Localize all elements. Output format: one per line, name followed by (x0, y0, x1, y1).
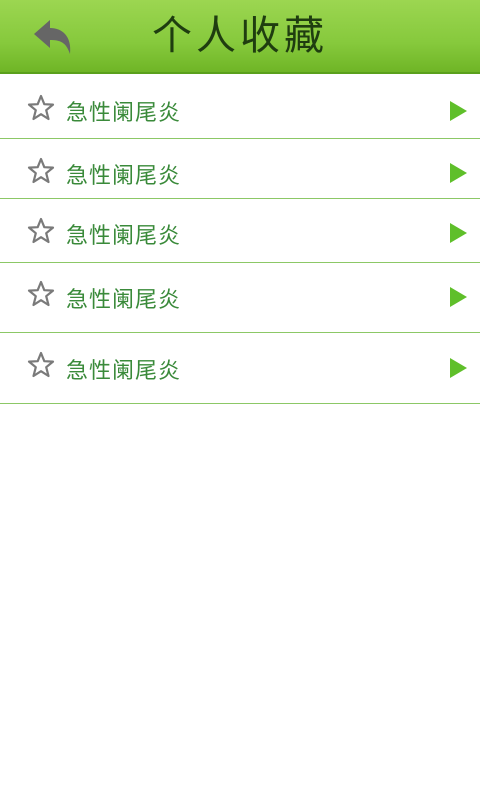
list-item-label: 急性阑尾炎 (66, 164, 182, 189)
star-outline-icon (27, 217, 55, 244)
play-arrow-icon (450, 358, 467, 378)
play-arrow-icon (450, 287, 467, 307)
list-item-label: 急性阑尾炎 (66, 359, 182, 384)
play-arrow-icon (450, 101, 467, 121)
list-item-label: 急性阑尾炎 (66, 224, 182, 249)
title-bar: 个人收藏 (0, 0, 480, 74)
star-outline-icon (27, 280, 55, 307)
list-item[interactable]: 急性阑尾炎 (0, 139, 480, 199)
list-item[interactable]: 急性阑尾炎 (0, 333, 480, 404)
list-item-label: 急性阑尾炎 (66, 101, 182, 126)
star-outline-icon (27, 157, 55, 184)
page-title: 个人收藏 (152, 13, 328, 59)
list-item[interactable]: 急性阑尾炎 (0, 263, 480, 333)
favorites-list: 急性阑尾炎 急性阑尾炎 急性阑尾炎 急性阑尾炎 急性阑尾炎 (0, 74, 480, 404)
star-outline-icon (27, 351, 55, 378)
play-arrow-icon (450, 223, 467, 243)
list-item[interactable]: 急性阑尾炎 (0, 74, 480, 139)
star-outline-icon (27, 94, 55, 121)
list-item-label: 急性阑尾炎 (66, 288, 182, 313)
play-arrow-icon (450, 163, 467, 183)
list-item[interactable]: 急性阑尾炎 (0, 199, 480, 263)
